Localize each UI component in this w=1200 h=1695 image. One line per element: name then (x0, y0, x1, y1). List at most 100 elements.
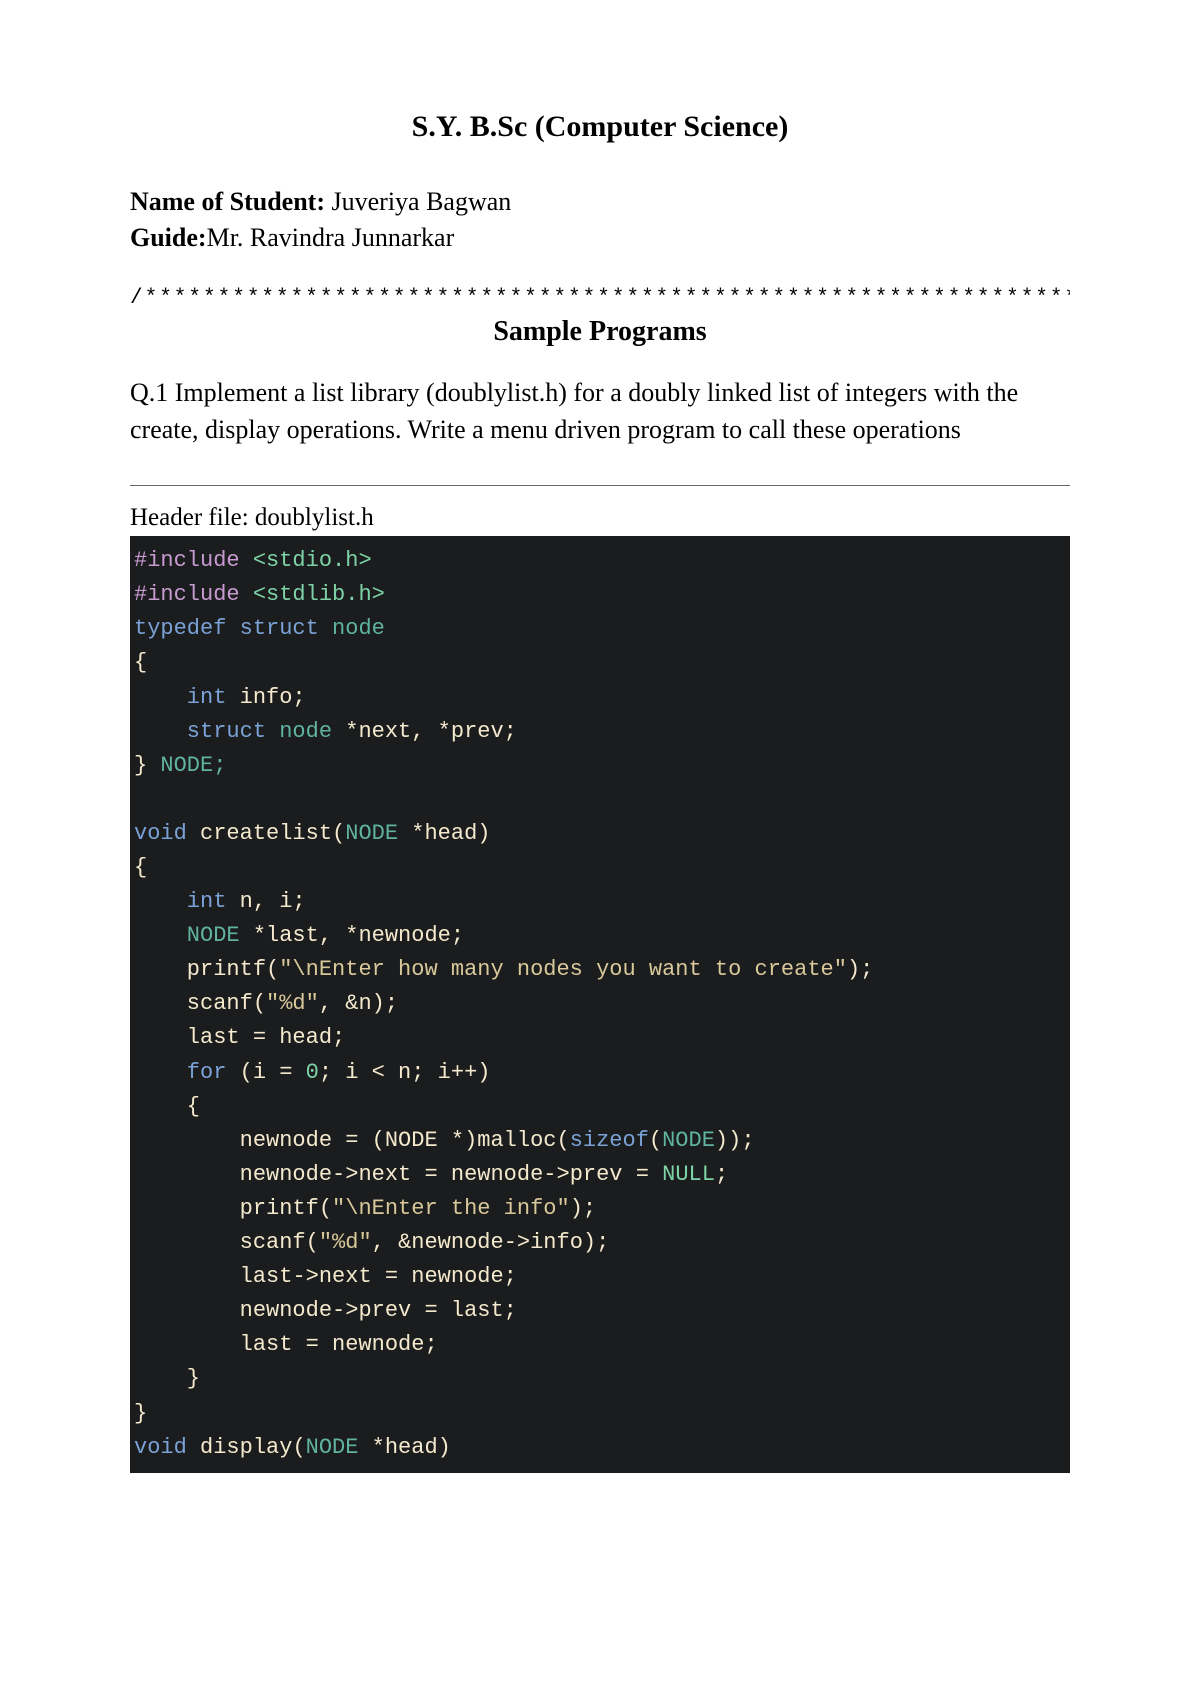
code-token: -> (543, 1162, 569, 1187)
page-title: S.Y. B.Sc (Computer Science) (130, 110, 1070, 144)
student-info: Name of Student: Juveriya Bagwan Guide:M… (130, 184, 1070, 257)
code-token: { (134, 650, 147, 675)
code-token: #include (134, 582, 240, 607)
guide-label: Guide: (130, 223, 207, 252)
code-token: typedef (134, 616, 226, 641)
code-token: newnode (411, 1230, 503, 1255)
code-token: node (319, 616, 385, 641)
code-token: ( (292, 1435, 305, 1460)
code-token: int (134, 889, 226, 914)
code-token: void (134, 821, 187, 846)
code-token: -> (292, 1264, 318, 1289)
code-token: NODE (345, 821, 411, 846)
code-token: newnode (134, 1298, 332, 1323)
code-token: -> (332, 1162, 358, 1187)
code-token: NULL (662, 1162, 715, 1187)
code-token: ( (306, 1230, 319, 1255)
code-token: <stdlib.h> (240, 582, 385, 607)
question-text: Q.1 Implement a list library (doublylist… (130, 374, 1070, 449)
code-token: prev = (570, 1162, 662, 1187)
code-token: ( (649, 1128, 662, 1153)
code-token: next, (358, 719, 437, 744)
code-token: ( (253, 991, 266, 1016)
code-token: int (134, 685, 226, 710)
code-token: NODE (306, 1435, 372, 1460)
code-token: & (398, 1230, 411, 1255)
code-token: newnode; (358, 923, 464, 948)
code-token: ++ (451, 1060, 477, 1085)
student-label: Name of Student: (130, 187, 332, 216)
code-token: ( (556, 1128, 569, 1153)
code-token: * (372, 1435, 385, 1460)
code-token: 0 (306, 1060, 319, 1085)
code-token: NODE; (147, 753, 226, 778)
code-token: prev = last; (358, 1298, 516, 1323)
code-token: NODE (662, 1128, 715, 1153)
code-token: ( (266, 957, 279, 982)
code-token: -> (504, 1230, 530, 1255)
code-token: <stdio.h> (240, 548, 372, 573)
guide-name: Mr. Ravindra Junnarkar (207, 223, 455, 252)
code-token: ) (477, 821, 490, 846)
code-token: , (319, 991, 345, 1016)
code-token: "\nEnter how many nodes you want to crea… (279, 957, 847, 982)
code-token: last = head; (134, 1025, 345, 1050)
code-token: printf (134, 957, 266, 982)
code-token: (i = (226, 1060, 305, 1085)
code-token: * (345, 923, 358, 948)
code-token: n); (358, 991, 398, 1016)
code-block: #include <stdio.h> #include <stdlib.h> t… (130, 536, 1070, 1473)
code-token: )); (715, 1128, 755, 1153)
code-token: scanf (134, 991, 253, 1016)
code-token: node (266, 719, 345, 744)
code-token: ; i < n; i (319, 1060, 451, 1085)
code-token: malloc (477, 1128, 556, 1153)
code-token: * (253, 923, 266, 948)
code-token: last, (266, 923, 345, 948)
code-token: "\nEnter the info" (332, 1196, 570, 1221)
code-token: } (134, 1401, 147, 1426)
code-token: head (424, 821, 477, 846)
code-token: scanf (134, 1230, 306, 1255)
code-token: ( (332, 821, 345, 846)
code-token: ); (847, 957, 873, 982)
horizontal-rule (130, 485, 1070, 486)
code-token: } (134, 1366, 200, 1391)
code-token: struct (226, 616, 318, 641)
code-token: info); (530, 1230, 609, 1255)
header-file-label: Header file: doublylist.h (130, 504, 1070, 532)
code-token: createlist (187, 821, 332, 846)
code-token: * (345, 719, 358, 744)
code-token: ); (570, 1196, 596, 1221)
code-token: printf (134, 1196, 319, 1221)
code-token: head (385, 1435, 438, 1460)
code-token: newnode (134, 1162, 332, 1187)
code-token: last = newnode; (134, 1332, 438, 1357)
code-token: info; (226, 685, 305, 710)
code-token: & (345, 991, 358, 1016)
student-name: Juveriya Bagwan (332, 187, 512, 216)
code-token: ) (438, 1435, 451, 1460)
code-token: -> (332, 1298, 358, 1323)
code-token: NODE (134, 923, 253, 948)
code-token: last (134, 1264, 292, 1289)
code-token: ) (464, 1128, 477, 1153)
code-token: "%d" (319, 1230, 372, 1255)
separator-line: /***************************************… (130, 287, 1070, 310)
code-token: ; (715, 1162, 728, 1187)
code-token: * (438, 719, 451, 744)
code-token: , (372, 1230, 398, 1255)
code-token: newnode = (NODE (134, 1128, 451, 1153)
code-token: struct (134, 719, 266, 744)
code-token: * (451, 1128, 464, 1153)
code-token: void (134, 1435, 187, 1460)
section-heading: Sample Programs (130, 316, 1070, 348)
document-page: S.Y. B.Sc (Computer Science) Name of Stu… (0, 0, 1200, 1695)
code-token: #include (134, 548, 240, 573)
code-token: } (134, 753, 147, 778)
code-token: prev; (451, 719, 517, 744)
code-token: for (134, 1060, 226, 1085)
code-token: ( (319, 1196, 332, 1221)
code-token: next = newnode; (319, 1264, 517, 1289)
code-token: * (411, 821, 424, 846)
